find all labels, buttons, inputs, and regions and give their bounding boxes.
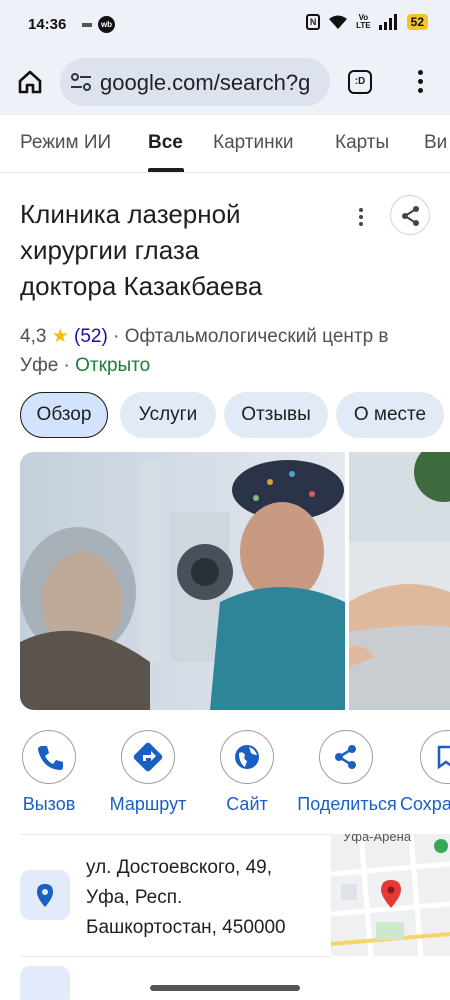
share-icon — [335, 745, 356, 769]
star-icon: ★ — [51, 326, 69, 347]
share-icon — [402, 206, 419, 226]
nfc-icon: N — [306, 14, 321, 30]
divider — [20, 956, 330, 957]
status-bar: 14:36 wb N Vo LTE 52 — [0, 0, 450, 50]
tab-all[interactable]: Все — [148, 132, 183, 154]
wb-app-icon: wb — [98, 16, 115, 33]
site-settings-icon[interactable] — [70, 72, 92, 92]
chip-overview[interactable]: Обзор — [20, 392, 108, 438]
search-tabs: Режим ИИ Все Картинки Карты Ви — [0, 115, 450, 173]
chip-services[interactable]: Услуги — [120, 392, 216, 438]
divider — [20, 834, 330, 835]
active-tab-indicator — [148, 168, 184, 172]
tab-images[interactable]: Картинки — [213, 132, 294, 154]
call-button[interactable]: Вызов — [4, 730, 94, 815]
share-label: Поделиться — [297, 794, 397, 814]
home-icon[interactable] — [16, 68, 44, 96]
browser-menu-icon[interactable] — [410, 68, 430, 98]
map-label: Уфа-Арена — [343, 834, 412, 844]
bookmark-icon — [437, 745, 450, 770]
directions-label: Маршрут — [109, 794, 187, 814]
directions-icon — [133, 742, 163, 772]
tab-maps[interactable]: Карты — [335, 132, 389, 154]
map-thumbnail[interactable]: Уфа-Арена — [331, 834, 450, 956]
chip-reviews[interactable]: Отзывы — [224, 392, 328, 438]
open-status: Открыто — [75, 355, 151, 376]
rating-line: 4,3 ★ (52) · Офтальмологический центр в … — [20, 322, 430, 380]
share-place-button[interactable]: Поделиться — [297, 730, 397, 815]
wifi-icon — [329, 15, 348, 29]
place-city: Уфе · — [20, 355, 70, 376]
browser-toolbar: google.com/search?g :D — [0, 50, 450, 115]
chip-about[interactable]: О месте — [336, 392, 444, 438]
more-options-icon[interactable] — [354, 208, 368, 228]
tab-videos[interactable]: Ви — [424, 132, 447, 154]
gesture-bar — [150, 985, 300, 991]
notification-icon — [82, 22, 92, 27]
tab-switcher-button[interactable]: :D — [348, 70, 372, 94]
quick-actions: Вызов Маршрут Сайт Поделиться Сохранить — [0, 730, 450, 820]
signal-icon — [378, 14, 397, 30]
clinic-photo-second[interactable] — [349, 452, 450, 710]
clock: 14:36 — [28, 16, 67, 33]
phone-icon — [38, 746, 63, 770]
address-text[interactable]: ул. Достоевского, 49, Уфа, Респ. Башкорт… — [86, 853, 316, 943]
globe-icon — [235, 745, 259, 769]
address-bar[interactable]: google.com/search?g — [60, 58, 330, 106]
tab-ai-mode[interactable]: Режим ИИ — [20, 132, 111, 154]
url-text[interactable]: google.com/search?g — [100, 70, 322, 96]
rating-value: 4,3 — [20, 326, 47, 347]
reviews-count[interactable]: (52) — [74, 326, 108, 347]
call-label: Вызов — [22, 794, 76, 814]
place-title: Клиника лазерной хирургии глаза доктора … — [20, 199, 263, 301]
clinic-photo-main[interactable] — [20, 452, 345, 710]
website-button[interactable]: Сайт — [202, 730, 292, 815]
share-button[interactable] — [390, 195, 430, 235]
save-button[interactable]: Сохранить — [400, 730, 450, 815]
battery-indicator: 52 — [406, 14, 428, 30]
location-pin-icon — [20, 870, 70, 920]
place-category: · Офтальмологический центр в — [113, 326, 389, 347]
next-info-icon — [20, 966, 70, 1000]
save-label: Сохранить — [400, 794, 450, 814]
volte-icon: Vo LTE — [356, 13, 371, 30]
directions-button[interactable]: Маршрут — [103, 730, 193, 815]
website-label: Сайт — [226, 794, 268, 814]
